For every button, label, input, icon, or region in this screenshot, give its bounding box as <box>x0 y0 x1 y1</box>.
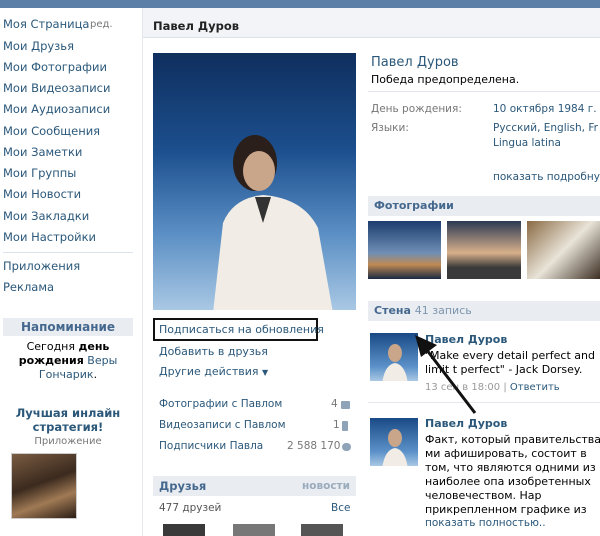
friends-title[interactable]: Друзья <box>159 479 206 493</box>
top-bar <box>0 0 600 8</box>
nav-edit-link[interactable]: ред. <box>90 19 113 30</box>
profile-page: Павел Дуров Подписаться на обновления До… <box>142 8 600 536</box>
stat-videos-link[interactable]: Видеозаписи с Павлом <box>159 419 286 431</box>
reminder-title: Напоминание <box>3 318 133 336</box>
friends-news-link[interactable]: новости <box>302 480 350 492</box>
chevron-down-icon: ▼ <box>262 368 269 377</box>
wall-title-text: Стена <box>374 304 411 317</box>
nav-my-news[interactable]: Мои Новости <box>3 187 81 201</box>
photo-thumbnail[interactable] <box>368 221 441 279</box>
ad-block[interactable]: Лучшая инлайн стратегия! Приложение <box>3 406 133 519</box>
reminder-block: Напоминание Сегодня день рождения Веры Г… <box>3 318 133 382</box>
nav-my-settings[interactable]: Мои Настройки <box>3 230 96 244</box>
ad-title[interactable]: Лучшая инлайн стратегия! <box>3 406 133 434</box>
stat-photos-count: 4 <box>331 398 338 410</box>
languages-value-2[interactable]: Lingua latina <box>493 137 561 149</box>
page-header: Павел Дуров <box>143 8 600 38</box>
show-full-link[interactable]: показать полностью.. <box>425 517 546 529</box>
wall-title[interactable]: Стена 41 запись <box>374 304 472 317</box>
photos-title[interactable]: Фотографии <box>374 199 454 212</box>
post-author-name[interactable]: Павел Дуров <box>425 417 507 430</box>
nav-my-videos[interactable]: Мои Видеозаписи <box>3 81 110 95</box>
show-details-link[interactable]: показать подробную <box>493 171 600 183</box>
other-actions-dropdown[interactable]: Другие действия ▼ <box>159 365 268 378</box>
post-text: Факт, который правительства ми афиширова… <box>425 433 600 516</box>
nav-apps[interactable]: Приложения <box>3 259 80 273</box>
other-actions-label: Другие действия <box>159 365 259 378</box>
stat-videos-count: 1 <box>333 419 340 431</box>
wall-post-count: 41 запись <box>414 304 472 317</box>
nav-my-photos[interactable]: Мои Фотографии <box>3 60 107 74</box>
ad-subtitle: Приложение <box>34 436 102 447</box>
friends-header[interactable]: Друзья новости <box>153 476 356 496</box>
nav-divider <box>3 252 133 253</box>
post-divider <box>368 402 600 403</box>
photo-thumbnail[interactable] <box>527 221 600 279</box>
photo-thumbnail[interactable] <box>447 221 521 279</box>
video-icon <box>342 421 348 431</box>
left-navigation: ред. Моя Страница Мои Друзья Мои Фотогра… <box>0 8 142 536</box>
nav-my-bookmarks[interactable]: Мои Закладки <box>3 209 89 223</box>
reminder-today: Сегодня <box>26 340 75 353</box>
photos-header[interactable]: Фотографии <box>368 196 600 216</box>
reminder-period: . <box>93 368 98 381</box>
wall-header[interactable]: Стена 41 запись <box>368 301 600 321</box>
camera-icon <box>341 401 350 409</box>
nav-my-groups[interactable]: Мои Группы <box>3 166 76 180</box>
languages-label: Языки: <box>371 122 409 134</box>
reminder-text: Сегодня день рождения Веры Гончарик. <box>3 340 133 382</box>
reply-link[interactable]: Ответить <box>510 382 560 393</box>
stat-subscribers-count: 2 588 170 <box>287 440 341 452</box>
post-author-avatar[interactable] <box>370 418 418 466</box>
friends-all-link[interactable]: Все <box>331 502 350 514</box>
stat-photos-link[interactable]: Фотографии с Павлом <box>159 398 282 410</box>
nav-my-messages[interactable]: Мои Сообщения <box>3 124 100 138</box>
profile-status[interactable]: Победа предопределена. <box>371 73 519 86</box>
friend-thumbnail[interactable] <box>233 524 275 536</box>
ad-image[interactable] <box>11 453 77 519</box>
profile-name: Павел Дуров <box>371 55 459 70</box>
nav-my-audio[interactable]: Мои Аудиозаписи <box>3 102 110 116</box>
add-friend-link[interactable]: Добавить в друзья <box>159 345 268 358</box>
birthday-label: День рождения: <box>371 103 462 115</box>
friend-thumbnail[interactable] <box>163 524 205 536</box>
person-silhouette <box>382 429 408 466</box>
post-meta-separator: | <box>500 382 510 393</box>
person-silhouette <box>382 344 408 381</box>
person-silhouette <box>213 135 333 310</box>
nav-ads[interactable]: Реклама <box>3 280 54 294</box>
people-icon <box>342 443 351 451</box>
nav-my-friends[interactable]: Мои Друзья <box>3 39 74 53</box>
post-author-avatar[interactable] <box>370 333 418 381</box>
annotation-arrow <box>415 335 477 414</box>
languages-value[interactable]: Русский, English, Fr <box>493 122 598 134</box>
page-title: Павел Дуров <box>153 19 240 33</box>
profile-photo[interactable] <box>153 53 356 310</box>
nav-my-notes[interactable]: Мои Заметки <box>3 145 82 159</box>
subscribe-link[interactable]: Подписаться на обновления <box>159 323 324 336</box>
friends-count: 477 друзей <box>159 502 222 514</box>
friend-thumbnail[interactable] <box>301 524 343 536</box>
birthday-value[interactable]: 10 октября 1984 г. <box>493 103 597 115</box>
stat-subscribers-link[interactable]: Подписчики Павла <box>159 440 263 452</box>
nav-my-page[interactable]: Моя Страница <box>3 17 89 31</box>
info-divider <box>368 91 600 92</box>
